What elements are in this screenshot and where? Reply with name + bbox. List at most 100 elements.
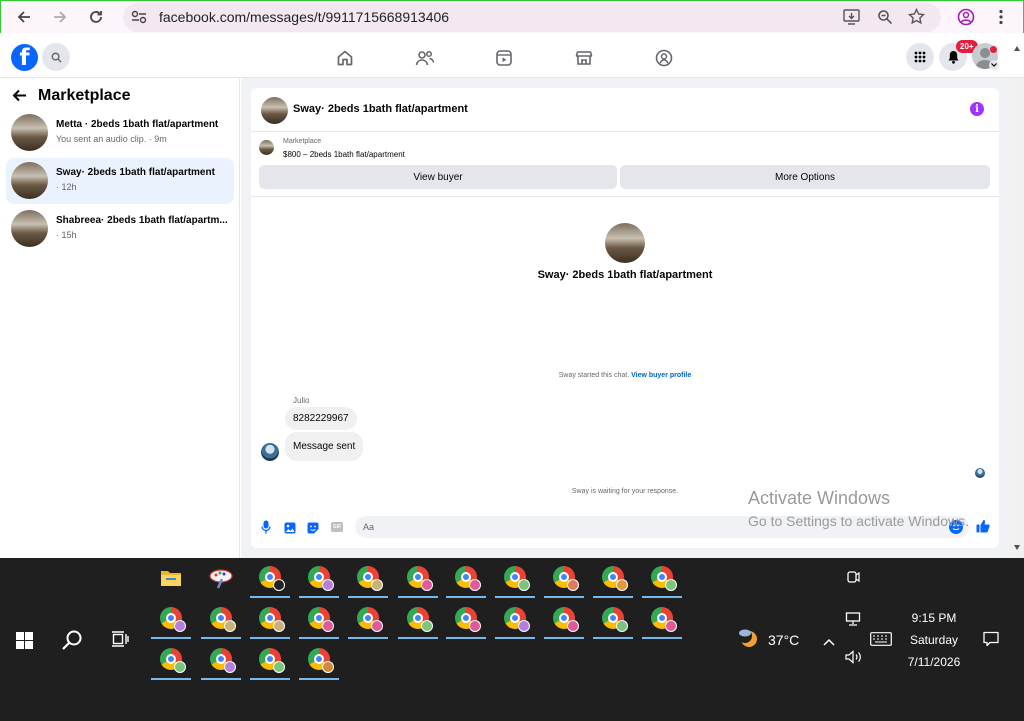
profile-icon[interactable]: [957, 8, 975, 31]
scroll-up-arrow[interactable]: [1014, 46, 1020, 51]
view-buyer-button[interactable]: View buyer: [259, 165, 617, 189]
more-options-button[interactable]: More Options: [620, 165, 990, 189]
chrome-app[interactable]: [446, 558, 486, 598]
chrome-app[interactable]: [544, 599, 584, 639]
chrome-app[interactable]: [593, 558, 633, 598]
thread-item-sway[interactable]: Sway· 2beds 1bath flat/apartment · 12h: [6, 158, 234, 204]
weather-icon[interactable]: [737, 627, 761, 654]
chrome-app[interactable]: [398, 599, 438, 639]
listing-thumbnail: [11, 162, 48, 199]
sender-name: Julio: [293, 396, 310, 405]
contact-name: Sway· 2beds 1bath flat/apartment: [537, 269, 713, 281]
facebook-logo-icon[interactable]: f: [11, 44, 38, 71]
paint-app[interactable]: [201, 558, 241, 598]
reload-icon[interactable]: [84, 5, 108, 29]
install-app-icon[interactable]: [843, 9, 860, 30]
chat-avatar[interactable]: [261, 97, 288, 124]
page-scrollbar[interactable]: [1010, 46, 1024, 558]
chrome-app[interactable]: [250, 599, 290, 639]
chrome-app[interactable]: [151, 599, 191, 639]
marketplace-icon[interactable]: [573, 47, 595, 69]
message-bubble[interactable]: Message sent: [285, 432, 364, 461]
search-icon: [51, 52, 62, 63]
apps-menu-button[interactable]: [906, 43, 934, 71]
thread-name: Shabreea· 2beds 1bath flat/apartm...: [56, 215, 228, 226]
watch-video-icon[interactable]: [493, 47, 515, 69]
zoom-icon[interactable]: [877, 9, 893, 30]
thread-name: Sway· 2beds 1bath flat/apartment: [56, 167, 215, 178]
task-view-icon[interactable]: [111, 631, 129, 652]
chrome-app[interactable]: [250, 640, 290, 680]
menu-icon[interactable]: [998, 9, 1004, 30]
chrome-app[interactable]: [348, 599, 388, 639]
thread-item-shabreea[interactable]: Shabreea· 2beds 1bath flat/apartm... · 1…: [6, 206, 234, 252]
thread-subtitle: · 12h: [56, 182, 77, 192]
contact-avatar[interactable]: [605, 223, 645, 263]
listing-price[interactable]: $800 – 2beds 1bath flat/apartment: [283, 150, 405, 159]
chrome-app[interactable]: [495, 599, 535, 639]
forward-arrow-icon[interactable]: [48, 5, 72, 29]
chrome-app[interactable]: [446, 599, 486, 639]
chrome-app[interactable]: [151, 640, 191, 680]
windows-start-icon[interactable]: [16, 632, 33, 654]
chrome-app[interactable]: [201, 640, 241, 680]
meet-now-icon[interactable]: [845, 569, 861, 590]
gif-icon[interactable]: GIF: [331, 522, 343, 532]
message-bubble[interactable]: 8282229967: [285, 407, 357, 430]
bookmark-star-icon[interactable]: [907, 7, 926, 30]
listing-thumbnail: [259, 140, 274, 155]
photo-icon[interactable]: [284, 521, 296, 539]
chrome-app[interactable]: [642, 599, 682, 639]
clock-day[interactable]: Saturday: [900, 633, 968, 647]
chrome-app[interactable]: [398, 558, 438, 598]
clock-date[interactable]: 7/11/2026: [900, 655, 968, 669]
temperature[interactable]: 37°C: [768, 632, 799, 648]
back-arrow-icon[interactable]: [12, 89, 27, 107]
friends-icon[interactable]: [414, 47, 436, 69]
address-bar[interactable]: facebook.com/messages/t/9911715668913406: [123, 3, 941, 32]
chrome-app[interactable]: [299, 599, 339, 639]
back-arrow-icon[interactable]: [12, 5, 36, 29]
volume-icon[interactable]: [845, 650, 863, 669]
chrome-app[interactable]: [250, 558, 290, 598]
sender-avatar[interactable]: [261, 443, 279, 461]
started-text: Sway started this chat.: [558, 372, 630, 379]
clock-time[interactable]: 9:15 PM: [905, 611, 963, 625]
chat-header-title[interactable]: Sway· 2beds 1bath flat/apartment: [293, 103, 468, 115]
chrome-app[interactable]: [201, 599, 241, 639]
chrome-app[interactable]: [495, 558, 535, 598]
chrome-app[interactable]: [348, 558, 388, 598]
browser-toolbar: facebook.com/messages/t/9911715668913406: [0, 0, 1024, 33]
divider: [251, 131, 999, 132]
chrome-app[interactable]: [299, 640, 339, 680]
search-icon[interactable]: [61, 629, 83, 656]
sticker-icon[interactable]: [307, 521, 319, 539]
show-hidden-icons-chevron-up-icon[interactable]: [823, 633, 835, 651]
url-text[interactable]: facebook.com/messages/t/9911715668913406: [159, 9, 449, 25]
home-icon[interactable]: [334, 47, 356, 69]
info-icon[interactable]: i: [970, 102, 984, 116]
like-thumb-icon[interactable]: [976, 519, 990, 538]
notification-center-icon[interactable]: [983, 631, 999, 652]
search-button[interactable]: [42, 43, 70, 71]
keyboard-icon[interactable]: [870, 632, 892, 651]
windows-taskbar: 37°C 9:15 PM Saturday 7/11/2026: [0, 558, 1024, 721]
microphone-icon[interactable]: [261, 520, 271, 539]
thread-subtitle: You sent an audio clip. · 9m: [56, 134, 167, 144]
chevron-down-icon[interactable]: [989, 60, 999, 70]
chrome-app[interactable]: [299, 558, 339, 598]
network-icon[interactable]: [845, 612, 862, 632]
view-buyer-profile-link[interactable]: View buyer profile: [631, 372, 691, 379]
file-explorer-app[interactable]: [151, 558, 191, 598]
thread-item-metta[interactable]: Metta · 2beds 1bath flat/apartment You s…: [6, 110, 234, 156]
chrome-app[interactable]: [642, 558, 682, 598]
divider: [251, 196, 999, 197]
marketplace-sidebar: Marketplace Metta · 2beds 1bath flat/apa…: [0, 78, 240, 558]
site-info-icon[interactable]: [131, 10, 147, 29]
thread-name: Metta · 2beds 1bath flat/apartment: [56, 119, 219, 130]
chrome-app[interactable]: [544, 558, 584, 598]
chrome-app[interactable]: [593, 599, 633, 639]
activate-windows-title: Activate Windows: [748, 488, 891, 508]
scroll-down-arrow[interactable]: [1014, 545, 1020, 550]
groups-icon[interactable]: [653, 47, 675, 69]
